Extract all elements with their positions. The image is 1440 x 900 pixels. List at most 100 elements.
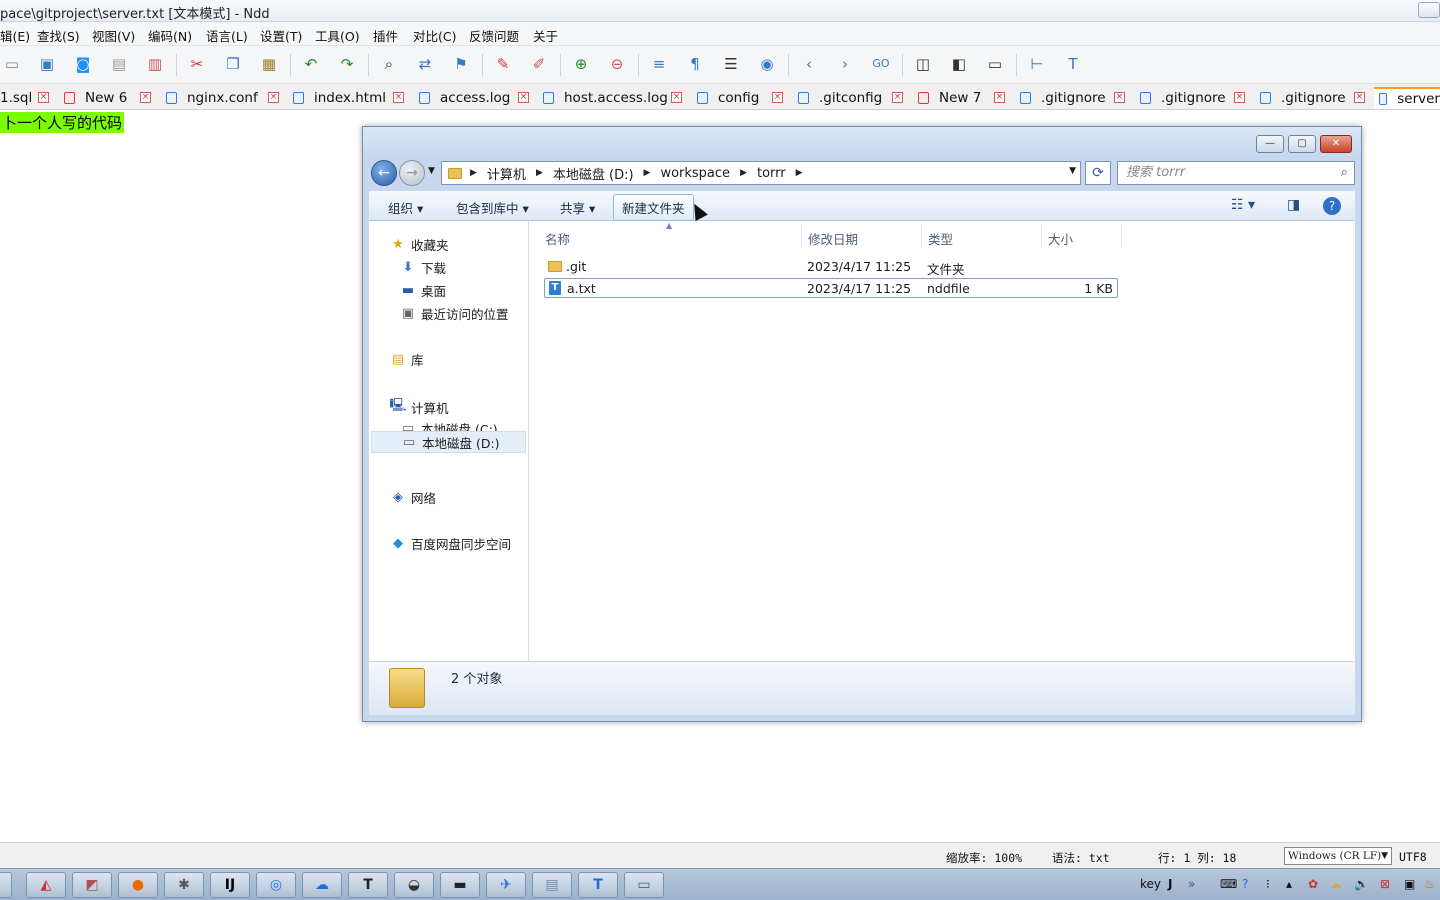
terminal-icon[interactable]: ▬: [440, 872, 480, 898]
search-input[interactable]: 搜索 torrr ⌕: [1117, 161, 1355, 185]
nav-drive-d[interactable]: ▭ 本地磁盘 (D:): [371, 431, 526, 453]
paste-icon[interactable]: ▦: [260, 55, 278, 73]
close-tab-icon[interactable]: ×: [671, 92, 682, 103]
save-all-icon[interactable]: ▣: [38, 55, 56, 73]
help-icon[interactable]: ?: [1242, 877, 1248, 891]
menu-tools[interactable]: 工具(O): [315, 26, 360, 45]
open-icon[interactable]: ▤: [110, 55, 128, 73]
column-divider[interactable]: [801, 225, 802, 247]
ime-icon[interactable]: J: [1168, 877, 1172, 891]
window-minimize-button[interactable]: [1418, 2, 1440, 18]
maximize-button[interactable]: ▢: [1288, 135, 1316, 153]
goto-icon[interactable]: GO: [872, 55, 890, 73]
breadcrumb-arrow-icon[interactable]: ▶: [796, 168, 803, 178]
chrome-icon[interactable]: ◎: [256, 872, 296, 898]
replace-icon[interactable]: ⇄: [416, 55, 434, 73]
compare-icon[interactable]: ◫: [914, 55, 932, 73]
action-center-icon[interactable]: ▣: [1404, 877, 1415, 891]
cut-icon[interactable]: ✂: [188, 55, 206, 73]
include-library-button[interactable]: 包含到库中 ▾: [456, 198, 529, 217]
nav-desktop[interactable]: ▬ 桌面: [399, 281, 446, 300]
back-icon[interactable]: ←: [371, 160, 397, 186]
input-method-label[interactable]: key: [1140, 877, 1161, 891]
view-options-icon[interactable]: ☷ ▾: [1231, 197, 1255, 213]
prev-icon[interactable]: ‹: [800, 55, 818, 73]
feishu-icon[interactable]: ✈: [486, 872, 526, 898]
undo-icon[interactable]: ↶: [302, 55, 320, 73]
menu-edit[interactable]: 辑(E): [0, 26, 30, 45]
keyboard-icon[interactable]: ⌨: [1220, 877, 1237, 891]
record-icon[interactable]: ◉: [758, 55, 776, 73]
close-tab-icon[interactable]: ×: [38, 92, 49, 103]
breadcrumb-arrow-icon[interactable]: ▶: [470, 168, 477, 178]
file-row-selected[interactable]: T a.txt 2023/4/17 11:25 nddfile 1 KB: [544, 278, 1118, 298]
nav-downloads[interactable]: ⬇ 下载: [399, 258, 446, 277]
column-header-type[interactable]: 类型: [928, 229, 953, 248]
tab-file[interactable]: access.log: [419, 87, 510, 109]
tab-file[interactable]: nginx.conf: [166, 87, 258, 109]
tray-app-icon[interactable]: ☁: [1330, 877, 1342, 891]
bookmark-icon[interactable]: ⚑: [452, 55, 470, 73]
close-tab-icon[interactable]: ×: [393, 92, 404, 103]
tab-file[interactable]: .gitconfig: [798, 87, 882, 109]
nav-recent[interactable]: ▣ 最近访问的位置: [399, 304, 509, 323]
menu-settings[interactable]: 设置(T): [260, 26, 302, 45]
save-icon[interactable]: ▭: [3, 55, 21, 73]
column-divider[interactable]: [1041, 225, 1042, 247]
typora-icon[interactable]: T: [348, 872, 388, 898]
refresh-icon[interactable]: ⟳: [1085, 161, 1111, 185]
organize-button[interactable]: 组织 ▾: [388, 198, 423, 217]
tab-file[interactable]: 1.sql: [0, 87, 32, 109]
menu-feedback[interactable]: 反馈问题: [469, 26, 519, 45]
clear-mark-icon[interactable]: ✐: [530, 55, 548, 73]
column-header-modified[interactable]: 修改日期: [808, 229, 858, 248]
close-tab-icon[interactable]: ×: [772, 92, 783, 103]
breadcrumb-arrow-icon[interactable]: ▶: [644, 168, 651, 178]
nav-network[interactable]: ◈ 网络: [389, 488, 436, 507]
app-icon[interactable]: ◭: [26, 872, 66, 898]
history-dropdown-icon[interactable]: ▼: [428, 166, 435, 176]
tree-icon[interactable]: ⊢: [1028, 55, 1046, 73]
indent-guide-icon[interactable]: ☰: [722, 55, 740, 73]
eol-select[interactable]: Windows (CR LF) ▼: [1284, 847, 1392, 865]
minimize-button[interactable]: —: [1256, 135, 1284, 153]
column-divider[interactable]: [1121, 225, 1122, 247]
nav-computer[interactable]: 🖳 计算机: [389, 396, 448, 418]
ndd-icon[interactable]: T: [578, 872, 618, 898]
tab-file[interactable]: New 6: [64, 87, 127, 109]
tab-file[interactable]: .gitignore: [1020, 87, 1106, 109]
sync-icon[interactable]: ◙: [74, 55, 92, 73]
nav-favorites[interactable]: ★ 收藏夹: [389, 235, 448, 254]
close-tab-icon[interactable]: ×: [994, 92, 1005, 103]
help-icon[interactable]: ?: [1323, 197, 1341, 215]
address-bar[interactable]: ▶ 计算机 ▶ 本地磁盘 (D:) ▶ workspace ▶ torrr ▶ …: [441, 161, 1081, 185]
tab-file[interactable]: .gitignore: [1260, 87, 1346, 109]
show-symbols-icon[interactable]: ¶: [686, 55, 704, 73]
tab-file-active[interactable]: server: [1374, 87, 1440, 109]
file-row[interactable]: .git 2023/4/17 11:25 文件夹: [544, 257, 1118, 277]
show-hidden-icons-icon[interactable]: ▴: [1286, 877, 1292, 891]
column-divider[interactable]: [921, 225, 922, 247]
network-status-icon[interactable]: ⊠: [1380, 877, 1390, 891]
tray-app-icon[interactable]: ✿: [1308, 877, 1318, 891]
breadcrumb-drive-d[interactable]: 本地磁盘 (D:): [553, 164, 634, 183]
menu-plugins[interactable]: 插件: [373, 26, 398, 45]
explorer-icon[interactable]: ▤: [532, 872, 572, 898]
column-header-size[interactable]: 大小: [1048, 229, 1073, 248]
tab-file[interactable]: New 7: [918, 87, 981, 109]
split-icon[interactable]: ◧: [950, 55, 968, 73]
notification-icon[interactable]: ♨: [1424, 877, 1435, 891]
breadcrumb-arrow-icon[interactable]: ▶: [536, 168, 543, 178]
redo-icon[interactable]: ↷: [338, 55, 356, 73]
close-tab-icon[interactable]: ×: [1114, 92, 1125, 103]
copy-icon[interactable]: ❐: [224, 55, 242, 73]
menu-language[interactable]: 语言(L): [206, 26, 248, 45]
nav-library[interactable]: ▤ 库: [389, 350, 424, 369]
menu-encoding[interactable]: 编码(N): [148, 26, 192, 45]
breadcrumb-computer[interactable]: 计算机: [487, 164, 526, 183]
close-tab-icon[interactable]: ×: [268, 92, 279, 103]
git-icon[interactable]: ◒: [394, 872, 434, 898]
tray-icon[interactable]: ⁝: [1266, 877, 1270, 891]
forward-icon[interactable]: →: [399, 160, 425, 186]
share-button[interactable]: 共享 ▾: [560, 198, 595, 217]
